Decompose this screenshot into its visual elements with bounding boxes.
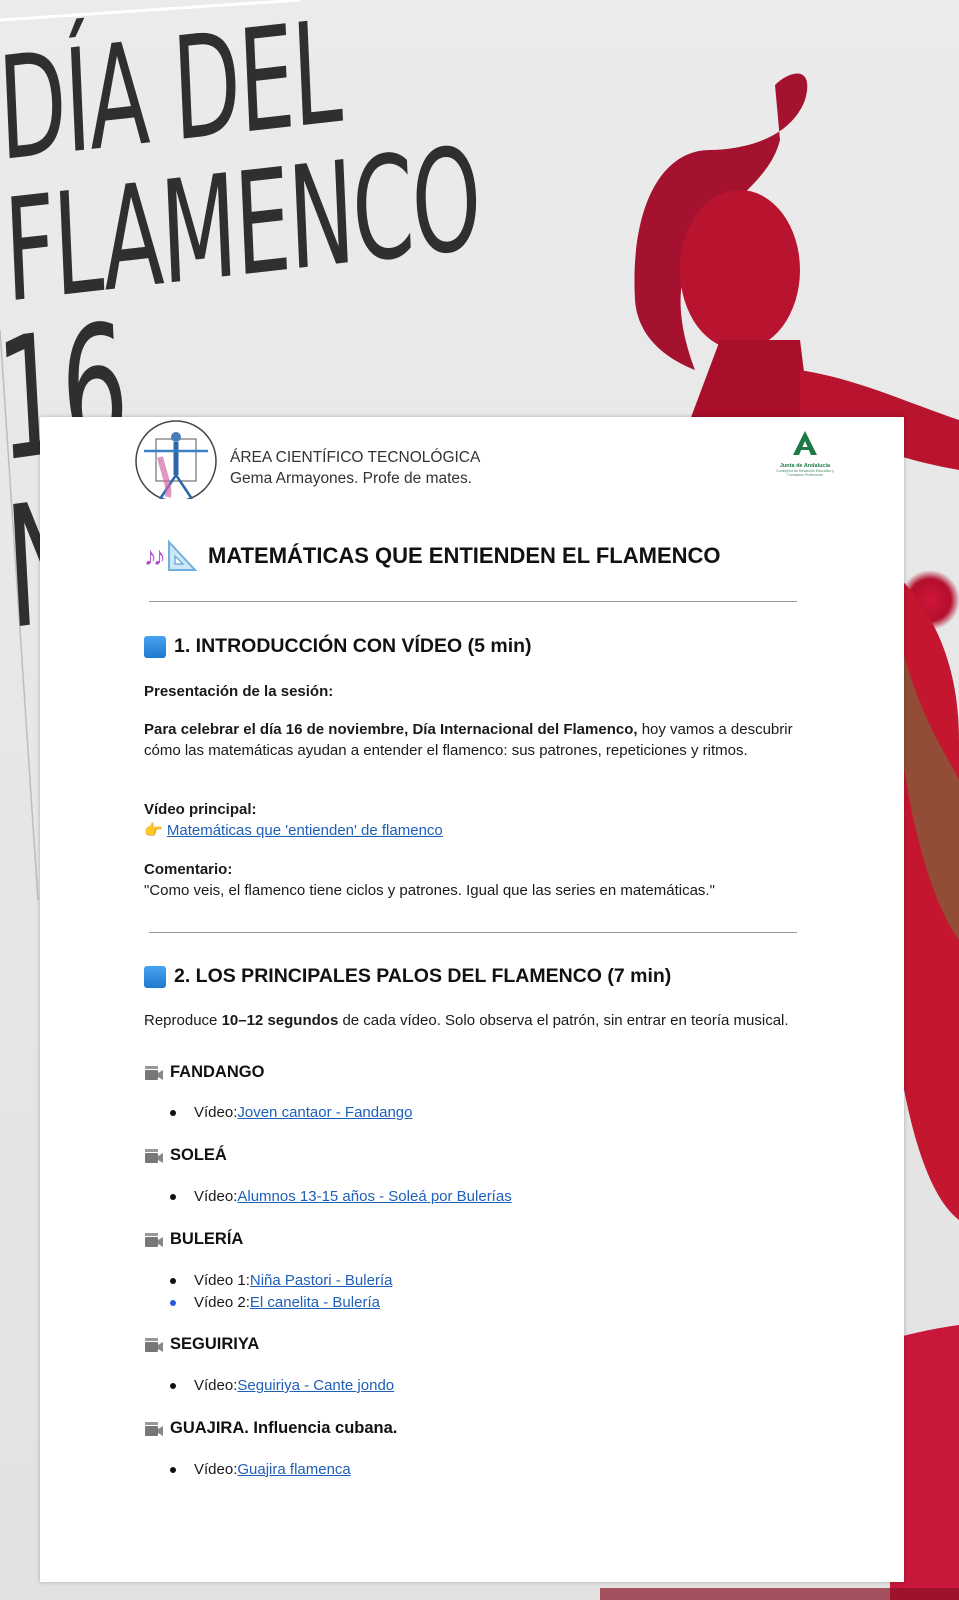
list-item: Vídeo: Joven cantaor - Fandango	[170, 1104, 413, 1121]
divider-2	[149, 932, 797, 933]
list-item: Vídeo: Alumnos 13-15 años - Soleá por Bu…	[170, 1188, 512, 1205]
video-label: Vídeo:	[194, 1461, 238, 1478]
bullet-dot	[170, 1193, 176, 1200]
bullet-dot	[170, 1466, 176, 1473]
comentario-text: "Como veis, el flamenco tiene ciclos y p…	[144, 882, 715, 899]
list-item: Vídeo 2: El canelita - Bulería	[170, 1294, 380, 1311]
film-camera-icon	[145, 1337, 163, 1352]
section2-heading-text: 2. LOS PRINCIPALES PALOS DEL FLAMENCO (7…	[174, 965, 672, 987]
video-link-buleria-2[interactable]: El canelita - Bulería	[250, 1294, 380, 1311]
junta-a-icon	[793, 431, 817, 455]
author-label: Gema Armayones. Profe de mates.	[230, 470, 473, 487]
list-item: Vídeo: Seguiriya - Cante jondo	[170, 1377, 394, 1394]
junta-andalucia-logo: Junta de Andalucía Consejería de Desarro…	[770, 429, 840, 479]
section2-intro-pre: Reproduce	[144, 1012, 222, 1029]
palo-name: GUAJIRA. Influencia cubana.	[170, 1419, 398, 1437]
list-item: Vídeo: Guajira flamenca	[170, 1461, 351, 1478]
palo-heading-solea: SOLEÁ	[144, 1146, 227, 1165]
lesson-document: ÁREA CIENTÍFICO TECNOLÓGICA Gema Armayon…	[40, 417, 904, 1582]
section2-intro: Reproduce 10–12 segundos de cada vídeo. …	[144, 1010, 794, 1031]
video-principal-label: Vídeo principal:	[144, 801, 257, 818]
pointing-hand-icon: 👉	[144, 822, 163, 839]
video-label: Vídeo:	[194, 1104, 238, 1121]
palo-heading-guajira: GUAJIRA. Influencia cubana.	[144, 1419, 397, 1438]
film-camera-icon	[145, 1421, 163, 1436]
section2-heading: 2. LOS PRINCIPALES PALOS DEL FLAMENCO (7…	[144, 965, 671, 988]
blue-square-icon	[144, 965, 166, 988]
blue-square-icon	[144, 635, 166, 658]
junta-subtitle: Consejería de Desarrollo Educativo y For…	[776, 469, 834, 477]
page-title: ♪♪ MATEMÁTICAS QUE ENTIENDEN EL FLAMENCO	[144, 539, 824, 573]
section1-heading: 1. INTRODUCCIÓN CON VÍDEO (5 min)	[144, 635, 532, 658]
bullet-dot	[170, 1109, 176, 1116]
video-link-fandango[interactable]: Joven cantaor - Fandango	[237, 1104, 412, 1121]
area-label: ÁREA CIENTÍFICO TECNOLÓGICA	[230, 449, 481, 466]
video-label: Vídeo:	[194, 1377, 238, 1394]
video-link-guajira[interactable]: Guajira flamenca	[237, 1461, 350, 1478]
film-camera-icon	[145, 1148, 163, 1163]
section2-intro-post: de cada vídeo. Solo observa el patrón, s…	[338, 1012, 789, 1029]
video-label: Vídeo:	[194, 1188, 238, 1205]
document-header: ÁREA CIENTÍFICO TECNOLÓGICA Gema Armayon…	[130, 417, 850, 512]
section1-heading-text: 1. INTRODUCCIÓN CON VÍDEO (5 min)	[174, 635, 532, 657]
video-label: Vídeo 1:	[194, 1272, 250, 1289]
school-logo-icon	[135, 420, 217, 508]
video-principal-row: 👉 Matemáticas que 'entienden' de flamenc…	[144, 820, 794, 841]
palo-heading-fandango: FANDANGO	[144, 1063, 264, 1082]
palo-heading-buleria: BULERÍA	[144, 1230, 243, 1249]
section1-intro: Para celebrar el día 16 de noviembre, Dí…	[144, 719, 794, 761]
section2-intro-bold: 10–12 segundos	[221, 1012, 339, 1029]
video-principal-link[interactable]: Matemáticas que 'entienden' de flamenco	[167, 822, 443, 839]
music-notes-icon: ♪♪	[144, 540, 166, 571]
intro-bold-text: Para celebrar el día 16 de noviembre, Dí…	[144, 721, 638, 738]
video-link-buleria-1[interactable]: Niña Pastori - Bulería	[250, 1272, 393, 1289]
palo-heading-seguiriya: SEGUIRIYA	[144, 1335, 259, 1354]
palo-name: SEGUIRIYA	[170, 1335, 260, 1353]
film-camera-icon	[145, 1065, 163, 1080]
header-text: ÁREA CIENTÍFICO TECNOLÓGICA Gema Armayon…	[230, 447, 480, 489]
comentario-label: Comentario:	[144, 861, 233, 878]
palo-name: SOLEÁ	[170, 1146, 227, 1164]
presentacion-label: Presentación de la sesión:	[144, 683, 334, 700]
page-title-text: MATEMÁTICAS QUE ENTIENDEN EL FLAMENCO	[208, 543, 721, 568]
video-link-solea[interactable]: Alumnos 13-15 años - Soleá por Bulerías	[237, 1188, 511, 1205]
palo-name: FANDANGO	[170, 1063, 265, 1081]
bullet-dot	[170, 1277, 176, 1284]
video-label: Vídeo 2:	[194, 1294, 250, 1311]
divider-1	[149, 601, 797, 602]
list-item: Vídeo 1: Niña Pastori - Bulería	[170, 1272, 392, 1289]
triangle-ruler-icon	[168, 539, 198, 571]
palo-name: BULERÍA	[170, 1230, 244, 1248]
bullet-dot	[170, 1299, 176, 1306]
film-camera-icon	[145, 1232, 163, 1247]
video-link-seguiriya[interactable]: Seguiriya - Cante jondo	[237, 1377, 394, 1394]
bullet-dot	[170, 1382, 176, 1389]
